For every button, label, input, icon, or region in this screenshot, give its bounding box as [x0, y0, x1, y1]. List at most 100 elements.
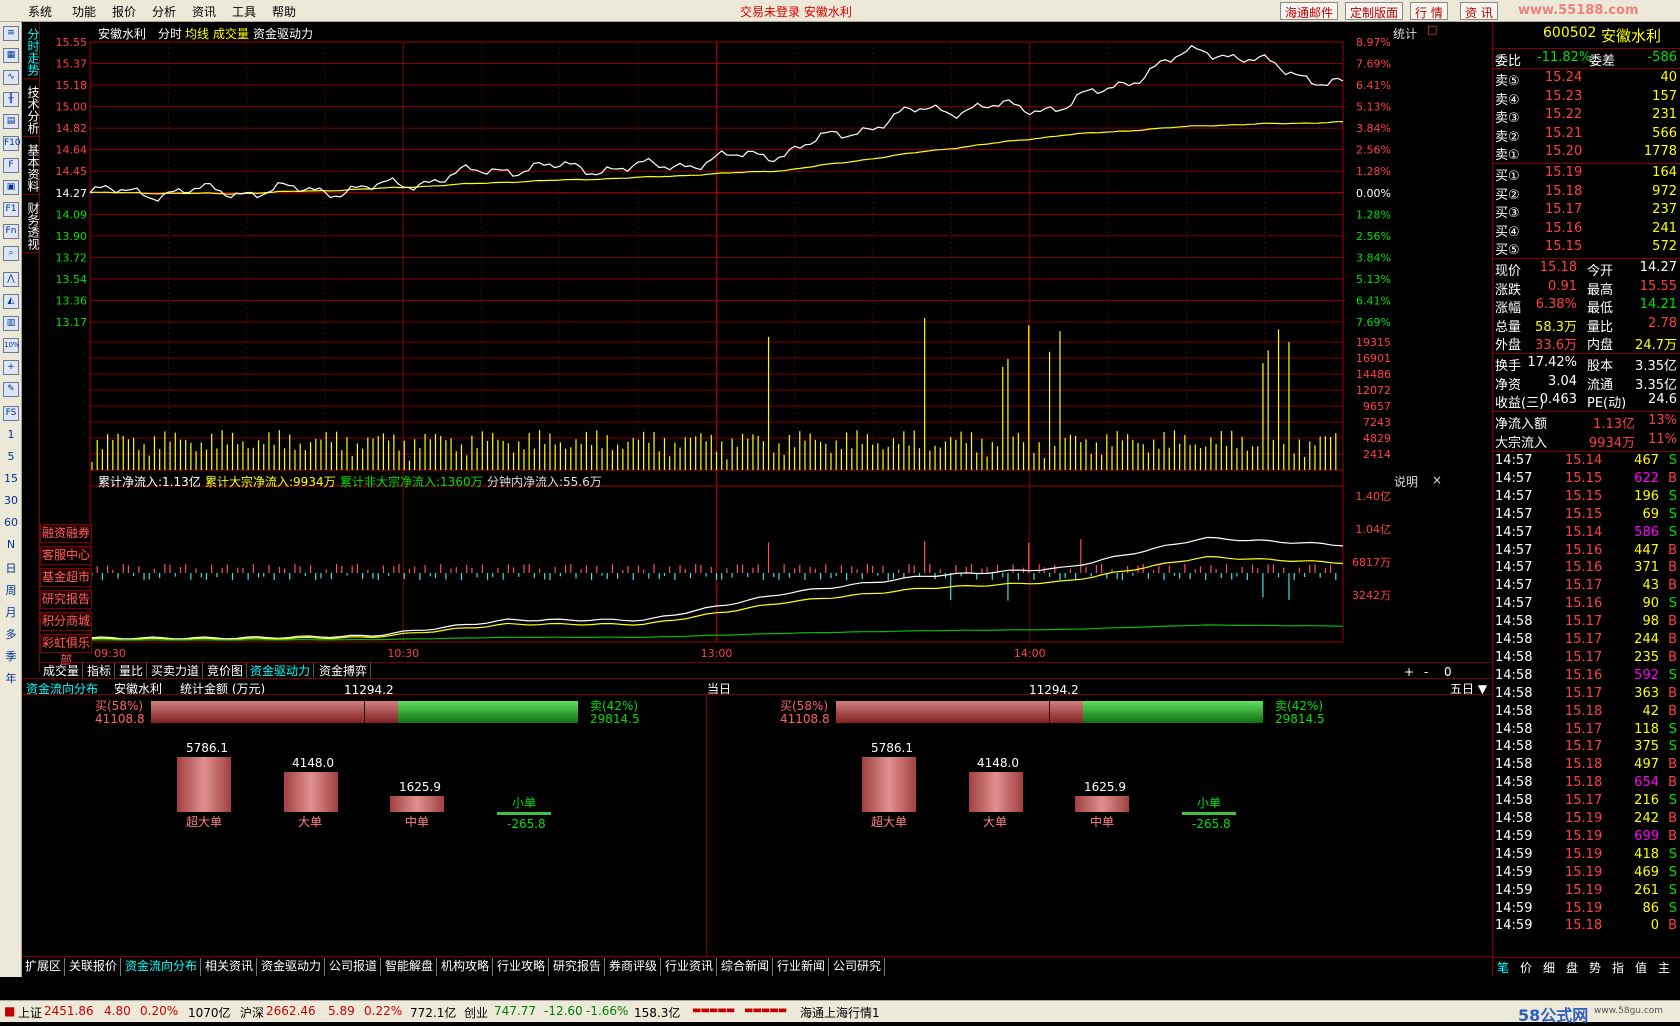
f10-icon[interactable]: F10 — [3, 136, 21, 151]
quote-tab[interactable]: 盘 — [1566, 959, 1578, 976]
grid-icon[interactable]: ▦ — [3, 48, 19, 63]
weibi-row[interactable]: 委比 -11.82% 委差 -586 — [1493, 50, 1680, 69]
tick-row[interactable]: 14:58 15.17 216 S — [1493, 793, 1680, 811]
tick-row[interactable]: 14:59 15.19 86 S — [1493, 901, 1680, 919]
fund-market-button[interactable]: 基金超市 — [40, 568, 92, 587]
fn-icon[interactable]: Fn — [3, 224, 19, 239]
tick-row[interactable]: 14:59 15.19 469 S — [1493, 865, 1680, 883]
bottom-tab[interactable]: 行业新闻 — [774, 958, 830, 976]
menu-item-tools[interactable]: 工具 — [232, 3, 256, 20]
sz-label[interactable]: 沪深 — [240, 1004, 264, 1021]
quote-tab[interactable]: 主 — [1658, 959, 1670, 976]
tick-row[interactable]: 14:59 15.18 0 B — [1493, 918, 1680, 936]
stat-row[interactable]: 总量 58.3万 量比 2.78 — [1493, 316, 1680, 335]
ask-row[interactable]: 卖④ 15.23 157 — [1493, 89, 1680, 108]
tick-row[interactable]: 14:58 15.18 497 B — [1493, 757, 1680, 775]
menu-item-info[interactable]: 资讯 — [192, 3, 216, 20]
tick-row[interactable]: 14:57 15.15 196 S — [1493, 489, 1680, 507]
news-icon[interactable]: ▣ — [3, 180, 19, 195]
tick-row[interactable]: 14:58 15.17 363 B — [1493, 686, 1680, 704]
menu-item-system[interactable]: 系统 — [28, 3, 52, 20]
plus-icon[interactable]: + — [3, 360, 19, 375]
chart-tab-avg[interactable]: 均线 — [185, 25, 209, 42]
bottom-tab[interactable]: 资金驱动力 — [258, 958, 326, 976]
search-icon[interactable]: ⌕ — [3, 246, 19, 261]
area-icon[interactable]: ◭ — [3, 294, 19, 309]
tick-row[interactable]: 14:59 15.19 418 S — [1493, 847, 1680, 865]
tick-row[interactable]: 14:58 15.18 654 B — [1493, 775, 1680, 793]
ask-row[interactable]: 卖⑤ 15.24 40 — [1493, 70, 1680, 89]
bottom-tab[interactable]: 资金流向分布 — [122, 958, 202, 976]
bar-icon[interactable]: ▥ — [3, 316, 19, 331]
period-season[interactable]: 季 — [0, 648, 22, 664]
fundamental-row[interactable]: 净资 3.04 流通 3.35亿 — [1493, 374, 1680, 393]
menu-item-function[interactable]: 功能 — [72, 3, 96, 20]
percent-icon[interactable]: 10% — [3, 338, 20, 353]
bottom-tab[interactable]: 机构攻略 — [438, 958, 494, 976]
quote-tab[interactable]: 细 — [1543, 959, 1555, 976]
ask-row[interactable]: 卖③ 15.22 231 — [1493, 107, 1680, 126]
zoom-in-button[interactable]: + — [1404, 665, 1414, 679]
fundamental-row[interactable]: 换手 17.42% 股本 3.35亿 — [1493, 355, 1680, 374]
bottom-tab[interactable]: 扩展区 — [22, 958, 66, 976]
chart-tab-intraday[interactable]: 分时 — [158, 25, 182, 42]
margin-trading-button[interactable]: 融资融券 — [40, 524, 92, 543]
menu-item-quote[interactable]: 报价 — [112, 3, 136, 20]
market-button[interactable]: 行 情 — [1410, 2, 1448, 20]
bid-row[interactable]: 买③ 15.17 237 — [1493, 202, 1680, 221]
table-icon[interactable]: ▤ — [3, 114, 19, 129]
period-60min[interactable]: 60 — [0, 516, 22, 529]
bottom-tab[interactable]: 关联报价 — [66, 958, 122, 976]
tick-row[interactable]: 14:57 15.16 90 S — [1493, 596, 1680, 614]
tick-row[interactable]: 14:58 15.17 244 B — [1493, 632, 1680, 650]
period-30min[interactable]: 30 — [0, 494, 22, 507]
service-center-button[interactable]: 客服中心 — [40, 546, 92, 565]
tick-row[interactable]: 14:58 15.17 118 S — [1493, 722, 1680, 740]
bid-row[interactable]: 买② 15.18 972 — [1493, 184, 1680, 203]
bottom-tab[interactable]: 研究报告 — [550, 958, 606, 976]
period-1min[interactable]: 1 — [0, 428, 22, 441]
fundamental-row[interactable]: 收益(三) 0.463 PE(动) 24.6 — [1493, 392, 1680, 411]
bottom-tab[interactable]: 行业攻略 — [494, 958, 550, 976]
quote-tab[interactable]: 势 — [1589, 959, 1601, 976]
f1-icon[interactable]: F1 — [3, 202, 19, 217]
tick-row[interactable]: 14:57 15.16 371 B — [1493, 560, 1680, 578]
tick-row[interactable]: 14:59 15.19 699 B — [1493, 829, 1680, 847]
menu-item-help[interactable]: 帮助 — [272, 3, 296, 20]
tick-row[interactable]: 14:58 15.17 98 B — [1493, 614, 1680, 632]
menu-item-analysis[interactable]: 分析 — [152, 3, 176, 20]
stat-row[interactable]: 外盘 33.6万 内盘 24.7万 — [1493, 334, 1680, 353]
period-5min[interactable]: 5 — [0, 450, 22, 463]
mail-button[interactable]: 海通邮件 — [1280, 2, 1339, 20]
tick-row[interactable]: 14:57 15.14 586 S — [1493, 525, 1680, 543]
stat-button[interactable]: 统计 — [1393, 25, 1417, 42]
tab-fundamentals[interactable]: 基本资料 — [23, 142, 40, 195]
period-week[interactable]: 周 — [0, 582, 22, 598]
line-chart-icon[interactable]: ∿ — [3, 70, 19, 85]
chart-tab-volume[interactable]: 成交量 — [213, 25, 249, 42]
stat-row[interactable]: 涨跌 0.91 最高 15.55 — [1493, 279, 1680, 298]
quote-list-icon[interactable]: ≡ — [3, 26, 19, 41]
tick-row[interactable]: 14:57 15.15 69 S — [1493, 507, 1680, 525]
tick-row[interactable]: 14:58 15.16 592 S — [1493, 668, 1680, 686]
tick-row[interactable]: 14:58 15.19 242 B — [1493, 811, 1680, 829]
quote-tab[interactable]: 笔 — [1497, 959, 1509, 976]
stat-row[interactable]: 涨幅 6.38% 最低 14.21 — [1493, 297, 1680, 316]
period-n[interactable]: N — [0, 538, 22, 551]
fs-icon[interactable]: FS — [3, 406, 19, 421]
sh-label[interactable]: 上证 — [18, 1004, 42, 1021]
period-month[interactable]: 月 — [0, 604, 22, 620]
tick-row[interactable]: 14:57 15.17 43 B — [1493, 578, 1680, 596]
net-flow-row[interactable]: 大宗流入 9934万 11% — [1493, 432, 1680, 451]
bid-row[interactable]: 买① 15.19 164 — [1493, 165, 1680, 184]
tab-intraday[interactable]: 分时走势 — [23, 26, 40, 79]
research-report-button[interactable]: 研究报告 — [40, 590, 92, 609]
cy-label[interactable]: 创业 — [464, 1004, 488, 1021]
period-day[interactable]: 日 — [0, 560, 22, 576]
line-icon[interactable]: ⋀ — [3, 272, 19, 287]
quote-tab[interactable]: 指 — [1612, 959, 1624, 976]
tick-row[interactable]: 14:58 15.17 375 S — [1493, 739, 1680, 757]
bottom-tab[interactable]: 券商评级 — [606, 958, 662, 976]
tick-row[interactable]: 14:57 15.14 467 S — [1493, 453, 1680, 471]
bottom-tab[interactable]: 公司研究 — [830, 958, 886, 976]
